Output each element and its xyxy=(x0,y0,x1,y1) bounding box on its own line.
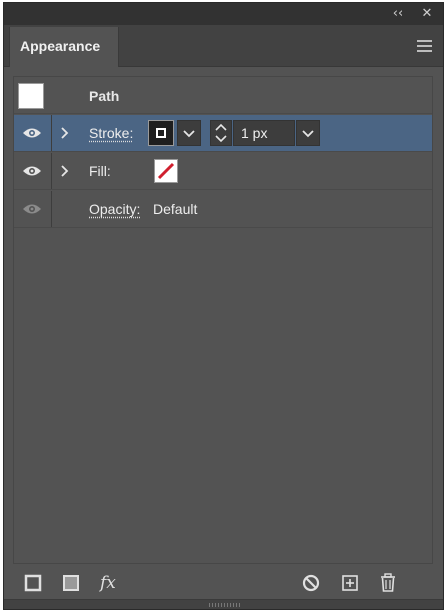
stroke-weight-dropdown[interactable] xyxy=(296,120,320,146)
add-new-stroke-icon[interactable] xyxy=(22,572,44,594)
chevron-down-icon xyxy=(302,130,314,138)
tab-appearance[interactable]: Appearance xyxy=(9,27,119,67)
collapse-panel-icon[interactable]: ‹‹ xyxy=(389,6,407,22)
panel-footer: fx xyxy=(4,568,443,598)
resize-grip-icon[interactable] xyxy=(209,603,241,607)
add-new-fill-icon[interactable] xyxy=(60,572,82,594)
eye-visibility-icon xyxy=(23,204,41,214)
chevron-down-icon xyxy=(183,130,195,138)
none-slash-icon xyxy=(157,162,175,180)
stroke-color-dropdown[interactable] xyxy=(177,120,201,146)
duplicate-item-icon[interactable] xyxy=(339,572,361,594)
fill-row[interactable]: Fill: xyxy=(14,153,432,190)
close-panel-icon[interactable]: ✕ xyxy=(418,6,436,22)
chevron-right-icon[interactable] xyxy=(59,125,71,141)
stroke-weight-input[interactable]: 1 px xyxy=(233,120,295,146)
delete-item-icon[interactable] xyxy=(377,572,399,594)
opacity-value: Default xyxy=(153,201,198,217)
stroke-weight-stepper[interactable] xyxy=(210,120,232,146)
opacity-row[interactable]: Opacity: Default xyxy=(14,191,432,228)
add-new-effect-icon[interactable]: fx xyxy=(100,572,122,594)
appearance-panel-window: ‹‹ ✕ Appearance Path Stroke: 1 px Fill: … xyxy=(3,2,444,610)
opacity-label-link[interactable]: Opacity: xyxy=(89,201,140,217)
tab-appearance-label: Appearance xyxy=(20,38,101,54)
fill-label[interactable]: Fill: xyxy=(89,163,111,179)
panel-resize-bar[interactable] xyxy=(4,599,443,609)
panel-title-bar[interactable]: ‹‹ ✕ xyxy=(4,3,443,25)
panel-tab-bar: Appearance xyxy=(4,25,443,67)
eye-visibility-icon[interactable] xyxy=(22,127,42,139)
path-thumbnail xyxy=(18,83,44,109)
fill-none-swatch[interactable] xyxy=(154,159,178,183)
path-label: Path xyxy=(89,88,120,104)
up-down-arrows-icon xyxy=(215,123,227,143)
eye-visibility-icon[interactable] xyxy=(22,165,42,177)
stroke-label-link[interactable]: Stroke: xyxy=(89,125,133,141)
hamburger-menu-icon[interactable] xyxy=(417,40,432,52)
stroke-row[interactable]: Stroke: 1 px xyxy=(14,115,432,152)
stroke-color-swatch[interactable] xyxy=(148,120,174,146)
chevron-right-icon[interactable] xyxy=(59,163,71,179)
path-row[interactable]: Path xyxy=(14,77,432,114)
clear-appearance-icon[interactable] xyxy=(300,572,322,594)
appearance-attribute-list: Path Stroke: 1 px Fill: Opacity: Default xyxy=(13,76,433,564)
